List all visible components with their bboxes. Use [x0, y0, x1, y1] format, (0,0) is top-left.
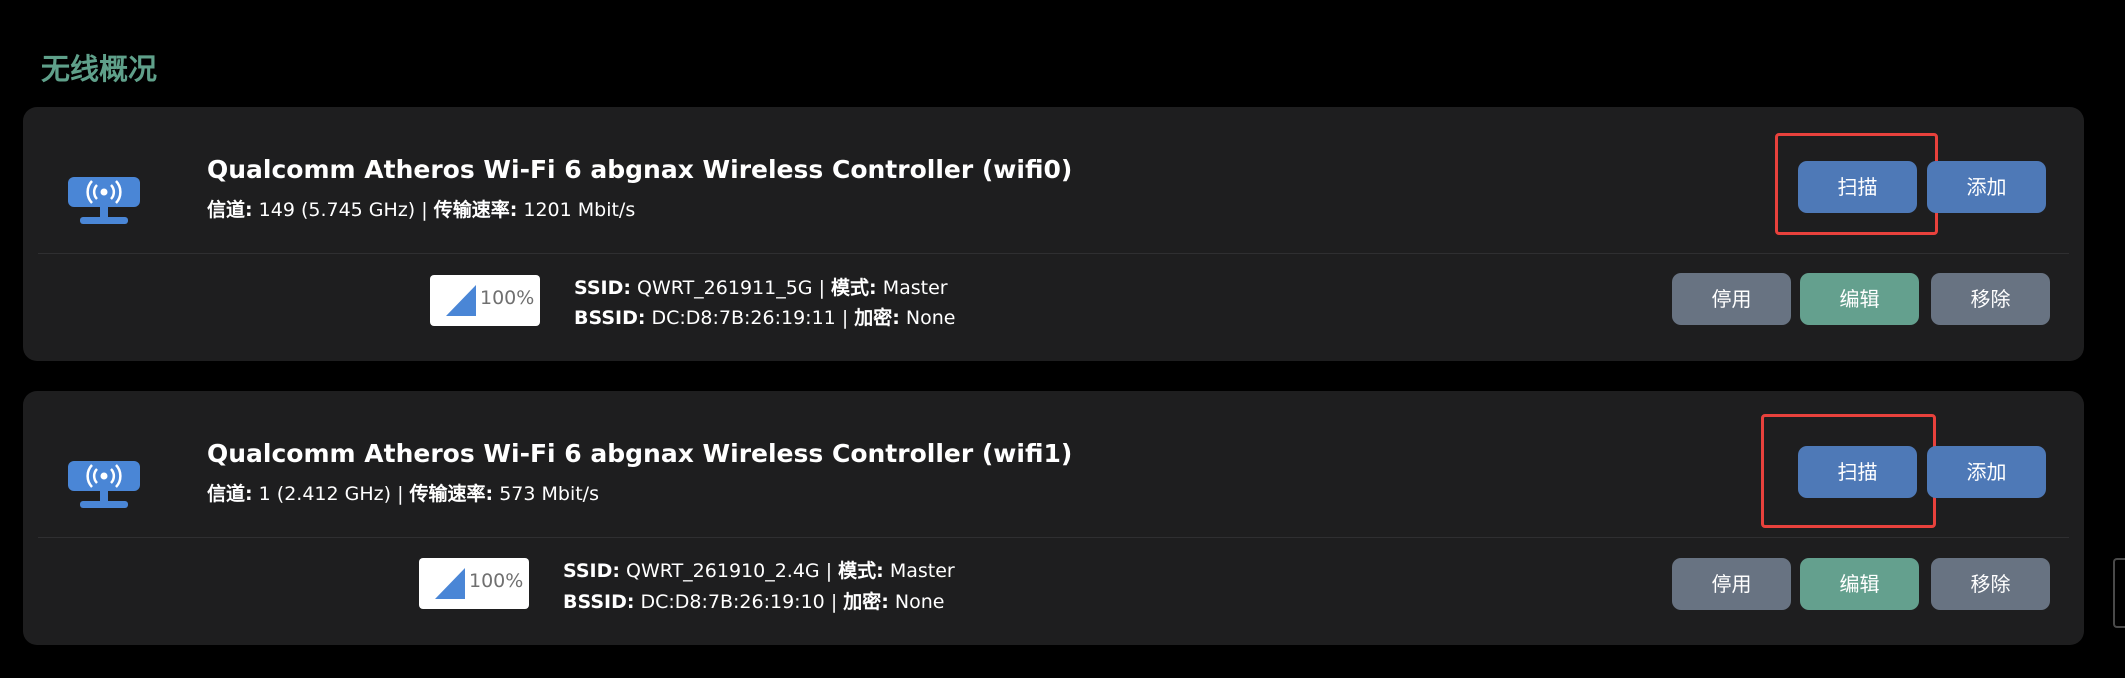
remove-button[interactable]: 移除 — [1931, 273, 2050, 325]
encryption-value: None — [905, 307, 956, 329]
separator: | — [397, 483, 404, 505]
signal-percent: 100% — [469, 570, 524, 592]
encryption-value: None — [894, 591, 945, 613]
scan-button[interactable]: 扫描 — [1798, 446, 1917, 498]
ssid-label: SSID: — [563, 560, 620, 582]
wireless-overview-page: 无线概况 Qualcomm Atheros Wi-Fi 6 abgnax Wir… — [0, 0, 2125, 678]
signal-strength-icon — [446, 285, 476, 316]
network-bssid-line: BSSID: DC:D8:7B:26:19:11 | 加密: None — [574, 303, 956, 330]
rate-value: 573 Mbit/s — [499, 483, 599, 505]
side-scroll-handle[interactable] — [2113, 558, 2125, 628]
edit-button[interactable]: 编辑 — [1800, 558, 1919, 610]
remove-button[interactable]: 移除 — [1931, 558, 2050, 610]
card-divider — [38, 537, 2069, 538]
signal-badge: 100% — [419, 558, 529, 609]
wireless-radio-icon — [68, 177, 140, 224]
add-button[interactable]: 添加 — [1927, 446, 2046, 498]
bssid-label: BSSID: — [574, 307, 646, 329]
ssid-value: QWRT_261910_2.4G — [626, 560, 820, 582]
network-ssid-line: SSID: QWRT_261911_5G | 模式: Master — [574, 273, 948, 300]
card-divider — [38, 253, 2069, 254]
mode-value: Master — [889, 560, 955, 582]
edit-button[interactable]: 编辑 — [1800, 273, 1919, 325]
ssid-label: SSID: — [574, 277, 631, 299]
disable-button[interactable]: 停用 — [1672, 558, 1791, 610]
channel-label: 信道: — [207, 199, 253, 221]
radio-header: Qualcomm Atheros Wi-Fi 6 abgnax Wireless… — [23, 391, 2084, 537]
separator: | — [818, 277, 825, 299]
mode-value: Master — [882, 277, 948, 299]
rate-label: 传输速率: — [409, 483, 494, 505]
separator: | — [830, 591, 838, 613]
bssid-value: DC:D8:7B:26:19:10 — [640, 591, 825, 613]
ssid-value: QWRT_261911_5G — [637, 277, 813, 299]
wireless-radio-icon — [68, 461, 140, 508]
radio-device-name: Qualcomm Atheros Wi-Fi 6 abgnax Wireless… — [207, 155, 1073, 184]
signal-percent: 100% — [480, 287, 535, 309]
signal-strength-icon — [435, 568, 465, 599]
radio-card-wifi0: Qualcomm Atheros Wi-Fi 6 abgnax Wireless… — [23, 107, 2084, 361]
channel-value: 1 (2.412 GHz) — [258, 483, 392, 505]
separator: | — [825, 560, 833, 582]
bssid-label: BSSID: — [563, 591, 635, 613]
channel-label: 信道: — [207, 483, 253, 505]
disable-button[interactable]: 停用 — [1672, 273, 1791, 325]
encryption-label: 加密: — [854, 307, 900, 329]
section-title: 无线概况 — [41, 52, 158, 86]
network-ssid-line: SSID: QWRT_261910_2.4G | 模式: Master — [563, 556, 955, 583]
rate-value: 1201 Mbit/s — [523, 199, 636, 221]
radio-card-wifi1: Qualcomm Atheros Wi-Fi 6 abgnax Wireless… — [23, 391, 2084, 645]
channel-value: 149 (5.745 GHz) — [258, 199, 416, 221]
radio-device-info: 信道: 1 (2.412 GHz) | 传输速率: 573 Mbit/s — [207, 479, 599, 506]
signal-badge: 100% — [430, 275, 540, 326]
radio-device-name: Qualcomm Atheros Wi-Fi 6 abgnax Wireless… — [207, 439, 1073, 468]
scan-button[interactable]: 扫描 — [1798, 161, 1917, 213]
encryption-label: 加密: — [843, 591, 889, 613]
network-bssid-line: BSSID: DC:D8:7B:26:19:10 | 加密: None — [563, 587, 945, 614]
mode-label: 模式: — [831, 277, 877, 299]
radio-device-info: 信道: 149 (5.745 GHz) | 传输速率: 1201 Mbit/s — [207, 195, 635, 222]
rate-label: 传输速率: — [433, 199, 518, 221]
mode-label: 模式: — [838, 560, 884, 582]
add-button[interactable]: 添加 — [1927, 161, 2046, 213]
separator: | — [421, 199, 428, 221]
separator: | — [841, 307, 849, 329]
bssid-value: DC:D8:7B:26:19:11 — [651, 307, 836, 329]
radio-header: Qualcomm Atheros Wi-Fi 6 abgnax Wireless… — [23, 107, 2084, 253]
